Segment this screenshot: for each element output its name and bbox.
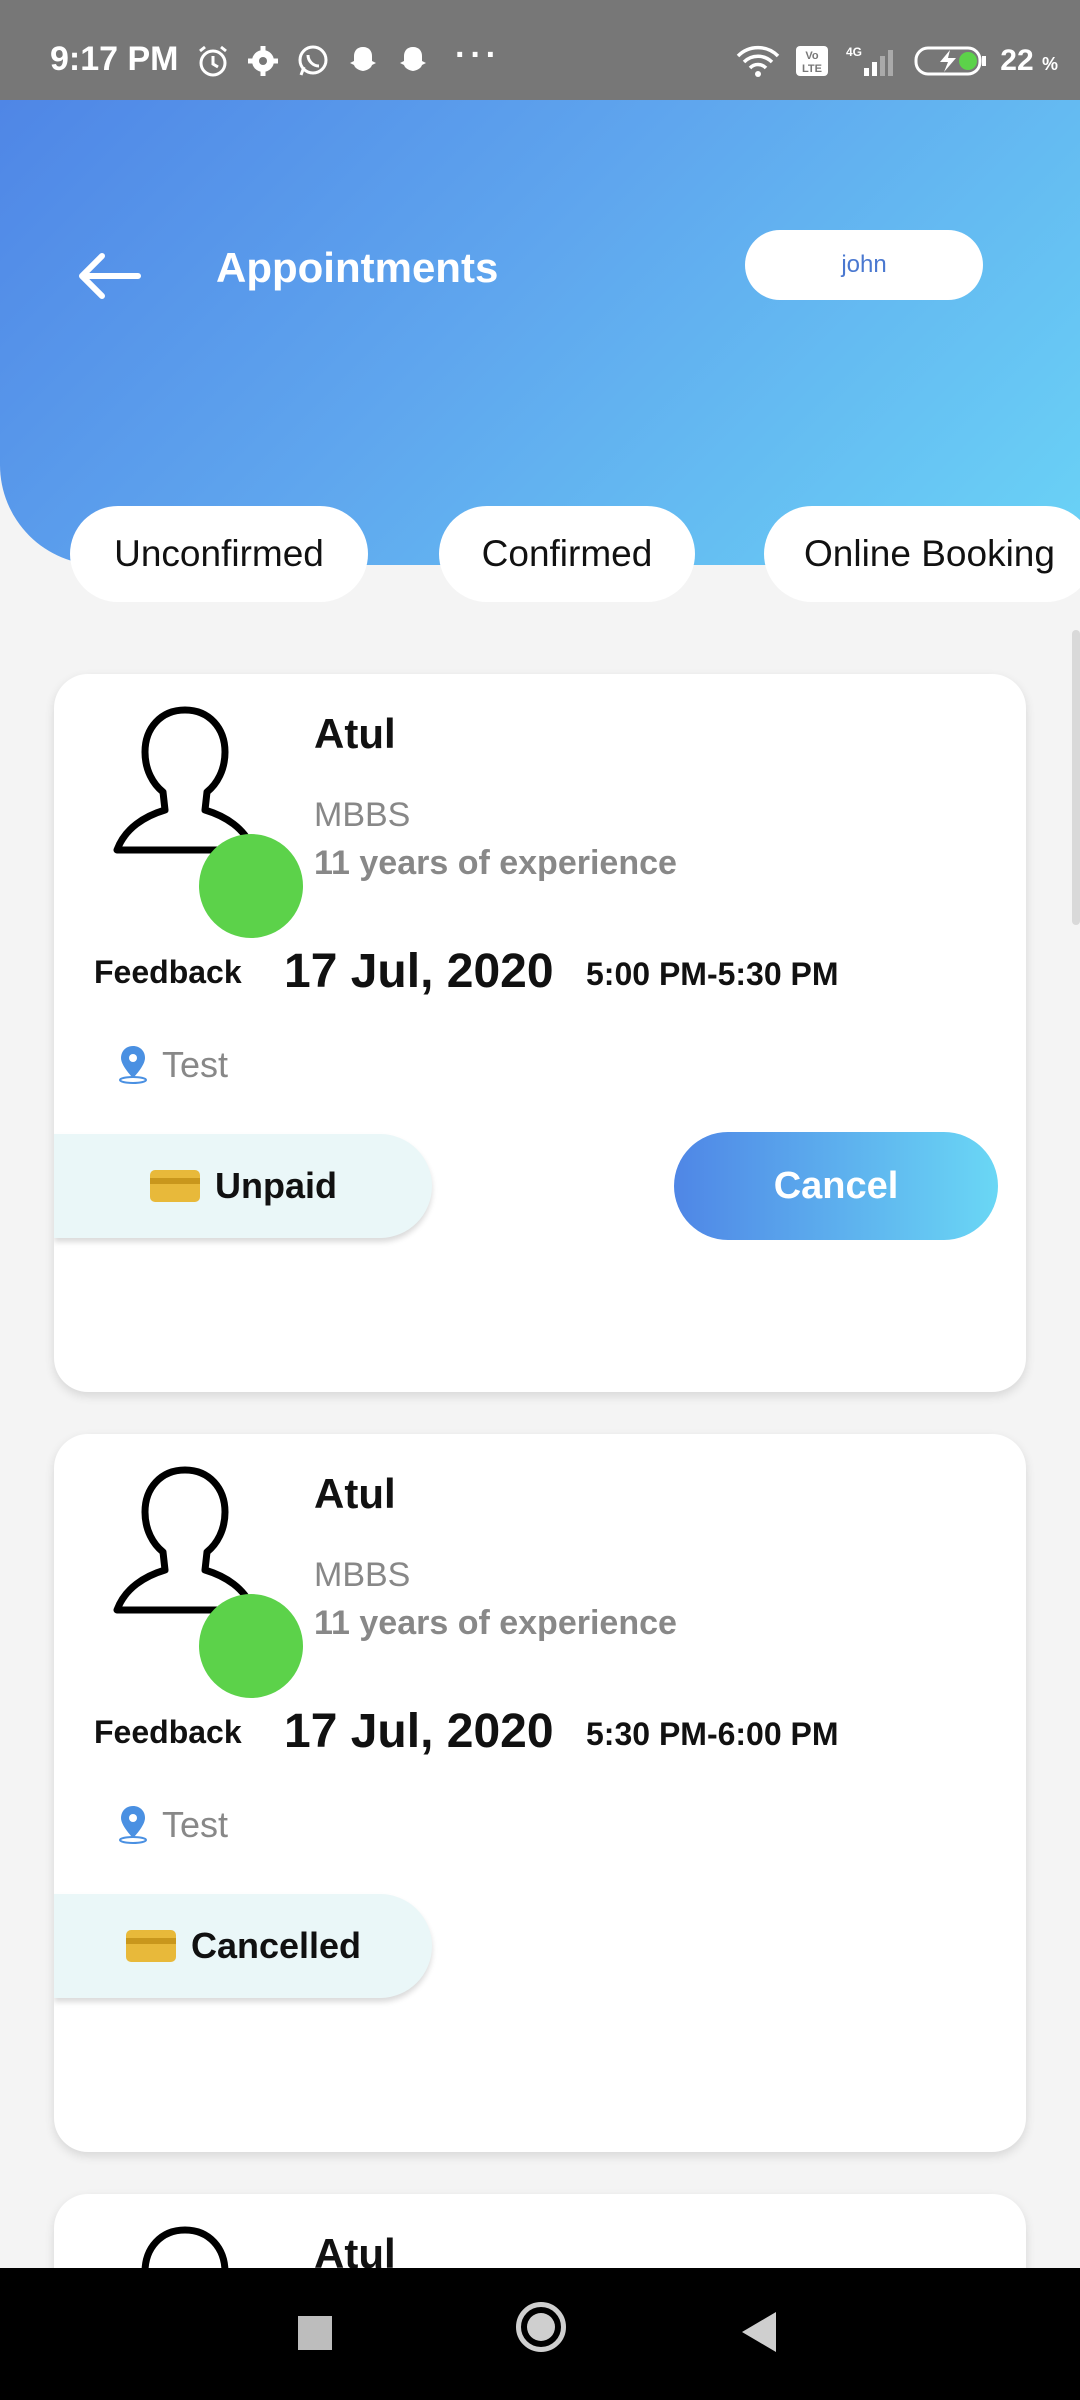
cancel-button[interactable]: Cancel <box>674 1132 998 1240</box>
online-status-dot <box>199 1594 303 1698</box>
volte-icon: VoLTE <box>796 46 829 76</box>
snapchat-icon <box>400 47 426 71</box>
doctor-name: Atul <box>314 1470 396 1517</box>
svg-text:LTE: LTE <box>802 63 822 75</box>
payment-status-badge[interactable]: Cancelled <box>54 1894 432 1998</box>
doctor-degree: MBBS <box>314 796 411 834</box>
wifi-icon <box>737 45 780 77</box>
location-text: Test <box>162 1804 229 1845</box>
payment-status-label: Cancelled <box>190 1925 362 1966</box>
header: Appointments john <box>0 100 1080 565</box>
settings-icon <box>248 46 278 76</box>
location-text: Test <box>162 1044 229 1085</box>
scrollbar[interactable] <box>1072 630 1080 925</box>
tab-confirmed[interactable]: Confirmed <box>439 506 695 602</box>
whatsapp-icon <box>298 45 328 76</box>
battery-level: 22 % <box>1000 44 1058 77</box>
back-arrow-icon[interactable] <box>72 240 144 312</box>
appointment-time: 5:00 PM-5:30 PM <box>586 956 839 992</box>
doctor-name: Atul <box>314 710 396 757</box>
feedback-link[interactable]: Feedback <box>94 1714 242 1751</box>
svg-text:Vo: Vo <box>806 50 820 62</box>
doctor-degree: MBBS <box>314 1556 411 1594</box>
recent-apps-icon[interactable] <box>298 2316 332 2350</box>
credit-card-icon <box>150 1170 200 1202</box>
credit-card-icon <box>125 1930 176 1962</box>
system-icons: Vo LTE 4G 22 % <box>734 44 1058 78</box>
home-icon[interactable] <box>516 2302 566 2352</box>
status-time: 9:17 PM <box>50 40 179 78</box>
alarm-icon <box>199 45 227 77</box>
tab-unconfirmed[interactable]: Unconfirmed <box>70 506 368 602</box>
battery-charging-icon <box>914 46 987 76</box>
payment-status-label: Unpaid <box>215 1165 337 1206</box>
4g-signal-icon: 4G <box>846 45 894 76</box>
tab-online-booking[interactable]: Online Booking <box>764 506 1080 602</box>
appointment-date: 17 Jul, 2020 <box>284 945 554 998</box>
user-badge[interactable]: john <box>745 230 983 300</box>
status-bar: 9:17 PM ··· Vo LTE 4G 22 % <box>0 0 1080 100</box>
more-notifications-icon: ··· <box>455 36 501 74</box>
back-icon[interactable] <box>742 2312 776 2352</box>
payment-status-badge[interactable]: Unpaid <box>54 1134 432 1238</box>
feedback-link[interactable]: Feedback <box>94 954 242 991</box>
appointment-card: Atul MBBS 11 years of experience Feedbac… <box>54 674 1026 1392</box>
doctor-experience: 11 years of experience <box>314 844 677 882</box>
appointment-date: 17 Jul, 2020 <box>284 1705 554 1758</box>
page-title: Appointments <box>216 244 499 291</box>
location-pin-icon <box>119 1806 147 1844</box>
appointment-time: 5:30 PM-6:00 PM <box>586 1716 839 1752</box>
snapchat-icon <box>350 47 376 71</box>
system-nav-bar <box>0 2268 1080 2400</box>
online-status-dot <box>199 834 303 938</box>
appointment-card: Atul MBBS 11 years of experience Feedbac… <box>54 1434 1026 2152</box>
doctor-experience: 11 years of experience <box>314 1604 677 1642</box>
notification-icons <box>195 43 431 79</box>
location-pin-icon <box>119 1046 147 1084</box>
svg-text:4G: 4G <box>846 45 862 59</box>
